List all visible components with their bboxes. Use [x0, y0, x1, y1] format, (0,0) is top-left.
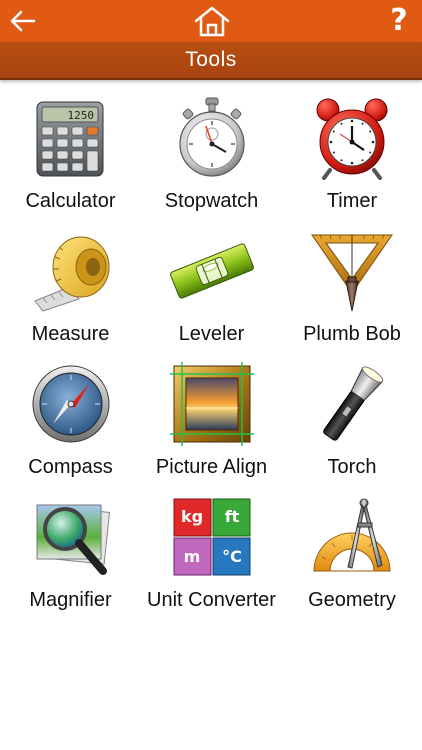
- tool-label: Plumb Bob: [303, 323, 401, 345]
- compass-icon: [29, 362, 113, 446]
- tools-grid: 1250 Calculator Stopwatch Timer Measure …: [0, 88, 422, 620]
- home-button[interactable]: [186, 0, 238, 42]
- calculator-icon: 1250: [29, 96, 113, 180]
- tool-timer[interactable]: Timer: [282, 88, 422, 221]
- tool-plumb-bob[interactable]: Plumb Bob: [282, 221, 422, 354]
- spirit-level-icon: [169, 229, 254, 313]
- picture-frame-icon: [169, 362, 254, 446]
- tool-label: Geometry: [308, 589, 396, 611]
- top-bar: ?: [0, 0, 422, 42]
- measuring-tape-icon: [29, 229, 113, 313]
- arrow-left-icon: [10, 10, 36, 32]
- tool-leveler[interactable]: Leveler: [141, 221, 282, 354]
- tool-unit-converter[interactable]: kg ft m °C Unit Converter: [141, 487, 282, 620]
- geometry-icon: [310, 495, 394, 579]
- title-bar: Tools: [0, 42, 422, 80]
- alarm-clock-icon: [310, 96, 394, 180]
- tool-picture-align[interactable]: Picture Align: [141, 354, 282, 487]
- tool-label: Magnifier: [29, 589, 112, 611]
- plumb-bob-icon: [310, 229, 394, 313]
- unit-tile-celsius: °C: [222, 547, 242, 566]
- unit-tile-ft: ft: [224, 507, 239, 526]
- tool-geometry[interactable]: Geometry: [282, 487, 422, 620]
- flashlight-icon: [310, 362, 394, 446]
- tool-label: Picture Align: [155, 456, 268, 478]
- unit-tile-kg: kg: [180, 507, 202, 526]
- help-button[interactable]: ?: [376, 0, 422, 42]
- unit-converter-icon: kg ft m °C: [170, 495, 254, 579]
- tool-label: Torch: [327, 456, 377, 478]
- tool-torch[interactable]: Torch: [282, 354, 422, 487]
- tool-compass[interactable]: Compass: [0, 354, 141, 487]
- tool-magnifier[interactable]: Magnifier: [0, 487, 141, 620]
- back-button[interactable]: [0, 0, 46, 42]
- stopwatch-icon: [170, 96, 254, 180]
- magnifier-icon: [29, 495, 113, 579]
- page-title: Tools: [185, 48, 237, 71]
- tool-label: Stopwatch: [164, 190, 259, 212]
- tool-label: Calculator: [25, 190, 116, 212]
- tool-measure[interactable]: Measure: [0, 221, 141, 354]
- tool-label: Compass: [28, 456, 113, 478]
- tool-label: Measure: [31, 323, 110, 345]
- tool-label: Leveler: [178, 323, 245, 345]
- tool-calculator[interactable]: 1250 Calculator: [0, 88, 141, 221]
- tool-label: Timer: [326, 190, 378, 212]
- help-icon: ?: [390, 3, 408, 38]
- home-icon: [194, 6, 230, 37]
- unit-tile-m: m: [183, 547, 200, 566]
- calculator-display: 1250: [67, 109, 94, 122]
- tool-label: Unit Converter: [147, 589, 276, 611]
- tool-stopwatch[interactable]: Stopwatch: [141, 88, 282, 221]
